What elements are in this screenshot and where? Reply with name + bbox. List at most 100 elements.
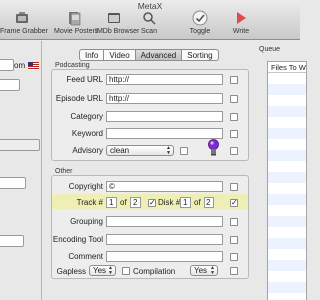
list-item[interactable] <box>268 238 306 249</box>
feed-url-checkbox[interactable] <box>230 76 238 84</box>
movie-posters-button[interactable]: Movie Posters <box>54 10 99 35</box>
track-number-field[interactable]: 1 <box>106 197 117 208</box>
list-item[interactable] <box>268 117 306 128</box>
encoding-tool-checkbox[interactable] <box>230 236 238 244</box>
keyword-field[interactable] <box>106 128 223 139</box>
tab-advanced[interactable]: Advanced <box>135 50 183 60</box>
copyright-label: Copyright <box>68 182 103 191</box>
list-item[interactable] <box>268 73 306 84</box>
lightbulb-icon[interactable] <box>207 138 220 157</box>
advisory-select[interactable]: clean ▲ ▼ <box>106 145 174 156</box>
gapless-label: Gapless <box>56 267 86 276</box>
track-checkbox[interactable]: ✓ <box>148 199 156 207</box>
movie-posters-icon <box>69 12 81 26</box>
list-item[interactable] <box>268 183 306 194</box>
write-button[interactable]: Write <box>230 10 252 35</box>
gapless-select[interactable]: Yes ▲ ▼ <box>89 265 116 276</box>
list-item[interactable] <box>268 216 306 227</box>
gapless-checkbox[interactable] <box>122 267 130 275</box>
list-item[interactable] <box>268 249 306 260</box>
list-item[interactable] <box>268 282 306 293</box>
frame-grabber-button[interactable]: Frame Grabber <box>0 10 48 35</box>
encoding-tool-label: Encoding Tool <box>52 235 103 244</box>
track-total-field[interactable]: 2 <box>130 197 141 208</box>
write-icon <box>237 12 246 24</box>
list-item[interactable] <box>268 205 306 216</box>
list-item[interactable] <box>268 194 306 205</box>
copyright-field[interactable]: © <box>106 181 223 192</box>
keyword-label: Keyword <box>71 129 103 138</box>
advisory-value: clean <box>110 146 130 155</box>
list-item[interactable] <box>268 139 306 150</box>
main-panel: Info Video Advanced Sorting Podcasting F… <box>43 41 253 300</box>
tab-video[interactable]: Video <box>104 50 136 60</box>
compilation-select[interactable]: Yes ▲ ▼ <box>190 265 218 276</box>
episode-url-checkbox[interactable] <box>230 95 238 103</box>
advisory-extra-checkbox[interactable] <box>230 147 238 155</box>
comment-label: Comment <box>68 252 103 261</box>
comment-checkbox[interactable] <box>230 253 238 261</box>
left-panel-text: om <box>14 61 26 70</box>
list-item[interactable] <box>268 260 306 271</box>
category-checkbox[interactable] <box>230 113 238 121</box>
advisory-checkbox[interactable] <box>180 147 188 155</box>
imdb-browser-label: IMDb Browser <box>95 28 140 35</box>
disk-checkbox[interactable]: ✓ <box>230 199 238 207</box>
movie-posters-label: Movie Posters <box>54 28 99 35</box>
disk-number-field[interactable]: 1 <box>180 197 191 208</box>
comment-field[interactable] <box>106 251 223 262</box>
queue-title: Queue <box>259 46 281 53</box>
disk-of-label: of <box>194 198 201 207</box>
left-panel-field-2[interactable] <box>0 79 20 91</box>
list-item[interactable] <box>268 95 306 106</box>
disk-label: Disk # <box>158 198 181 207</box>
list-item[interactable] <box>268 128 306 139</box>
compilation-checkbox[interactable] <box>230 267 238 275</box>
tab-sorting[interactable]: Sorting <box>182 50 217 60</box>
imdb-browser-icon <box>108 13 120 23</box>
window-titlebar: MetaX Frame Grabber Movie Posters IMDb B… <box>0 0 300 40</box>
queue-list[interactable]: Files To W <box>267 61 307 300</box>
list-item[interactable] <box>268 106 306 117</box>
disk-total-field[interactable]: 2 <box>204 197 214 208</box>
us-flag-icon <box>28 62 39 70</box>
podcasting-group-title: Podcasting <box>55 62 90 69</box>
encoding-tool-field[interactable] <box>106 234 223 245</box>
left-panel-field-3[interactable] <box>0 139 40 151</box>
feed-url-field[interactable]: http:// <box>106 74 223 85</box>
left-panel: om <box>0 41 42 300</box>
imdb-browser-button[interactable]: IMDb Browser <box>95 10 140 35</box>
copyright-checkbox[interactable] <box>230 183 238 191</box>
other-group-title: Other <box>55 168 73 175</box>
select-arrows-icon: ▲ ▼ <box>108 265 113 276</box>
compilation-label: Compilation <box>133 267 176 276</box>
category-field[interactable] <box>106 111 223 122</box>
scan-button[interactable]: Scan <box>138 10 160 35</box>
toggle-button[interactable]: Toggle <box>188 10 212 35</box>
list-item[interactable] <box>268 150 306 161</box>
episode-url-field[interactable]: http:// <box>106 93 223 104</box>
select-arrows-icon: ▲ ▼ <box>210 265 215 276</box>
tab-bar: Info Video Advanced Sorting <box>79 49 219 61</box>
list-item[interactable] <box>268 161 306 172</box>
left-panel-field-4[interactable] <box>0 177 26 189</box>
tab-info[interactable]: Info <box>80 50 105 60</box>
episode-url-label: Episode URL <box>55 94 103 103</box>
track-of-label: of <box>120 198 127 207</box>
queue-column-header[interactable]: Files To W <box>268 62 306 73</box>
compilation-value: Yes <box>194 266 208 275</box>
toggle-label: Toggle <box>189 28 211 35</box>
left-panel-field-1[interactable] <box>0 59 14 71</box>
list-item[interactable] <box>268 271 306 282</box>
list-item[interactable] <box>268 172 306 183</box>
grouping-label: Grouping <box>70 217 103 226</box>
list-item[interactable] <box>268 84 306 95</box>
scan-icon <box>143 12 156 25</box>
left-panel-field-5[interactable] <box>0 235 24 247</box>
keyword-checkbox[interactable] <box>230 130 238 138</box>
list-item[interactable] <box>268 227 306 238</box>
grouping-checkbox[interactable] <box>230 218 238 226</box>
advisory-label: Advisory <box>72 146 103 155</box>
frame-grabber-icon <box>16 12 28 23</box>
grouping-field[interactable] <box>106 216 223 227</box>
